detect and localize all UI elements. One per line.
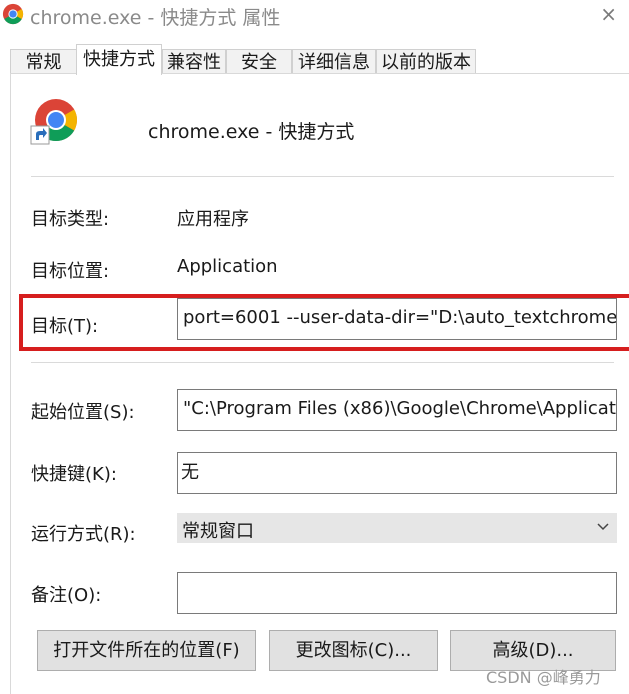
run-select-value: 常规窗口 — [182, 521, 254, 542]
shortcut-key-label: 快捷键(K): — [31, 464, 117, 485]
tab-general[interactable]: 常规 — [10, 49, 77, 74]
divider — [31, 362, 614, 363]
run-label: 运行方式(R): — [31, 524, 136, 545]
shortcut-key-input[interactable]: 无 — [177, 452, 617, 494]
tab-previous-versions[interactable]: 以前的版本 — [376, 49, 476, 74]
tab-shortcut[interactable]: 快捷方式 — [76, 44, 162, 75]
tab-details[interactable]: 详细信息 — [292, 49, 376, 74]
shortcut-name: chrome.exe - 快捷方式 — [148, 121, 355, 143]
change-icon-button[interactable]: 更改图标(C)... — [269, 630, 438, 671]
title-bar: chrome.exe - 快捷方式 属性 × — [0, 0, 629, 30]
target-type-label: 目标类型: — [31, 209, 110, 230]
watermark: CSDN @峰勇力 — [486, 668, 601, 687]
start-in-input[interactable]: "C:\Program Files (x86)\Google\Chrome\Ap… — [177, 389, 617, 431]
start-in-input-value: "C:\Program Files (x86)\Google\Chrome\Ap… — [183, 398, 617, 419]
open-file-location-button[interactable]: 打开文件所在的位置(F) — [37, 630, 256, 671]
start-in-label: 起始位置(S): — [31, 402, 135, 423]
tab-compatibility[interactable]: 兼容性 — [162, 49, 226, 74]
comment-input[interactable] — [177, 572, 617, 614]
target-location-value: Application — [177, 256, 278, 277]
divider — [31, 176, 614, 177]
chrome-icon — [2, 3, 24, 25]
tab-strip: 常规 快捷方式 兼容性 安全 详细信息 以前的版本 — [0, 44, 629, 75]
tab-security[interactable]: 安全 — [226, 49, 292, 74]
red-highlight-box — [19, 294, 629, 351]
target-location-label: 目标位置: — [31, 261, 110, 282]
close-icon[interactable]: × — [600, 2, 617, 26]
chrome-shortcut-icon — [30, 99, 78, 145]
run-select[interactable]: 常规窗口 — [177, 513, 617, 543]
chevron-down-icon — [597, 523, 609, 531]
window-title: chrome.exe - 快捷方式 属性 — [30, 7, 281, 29]
target-type-value: 应用程序 — [177, 209, 249, 230]
shortcut-key-value: 无 — [181, 462, 199, 483]
comment-label: 备注(O): — [31, 585, 102, 606]
